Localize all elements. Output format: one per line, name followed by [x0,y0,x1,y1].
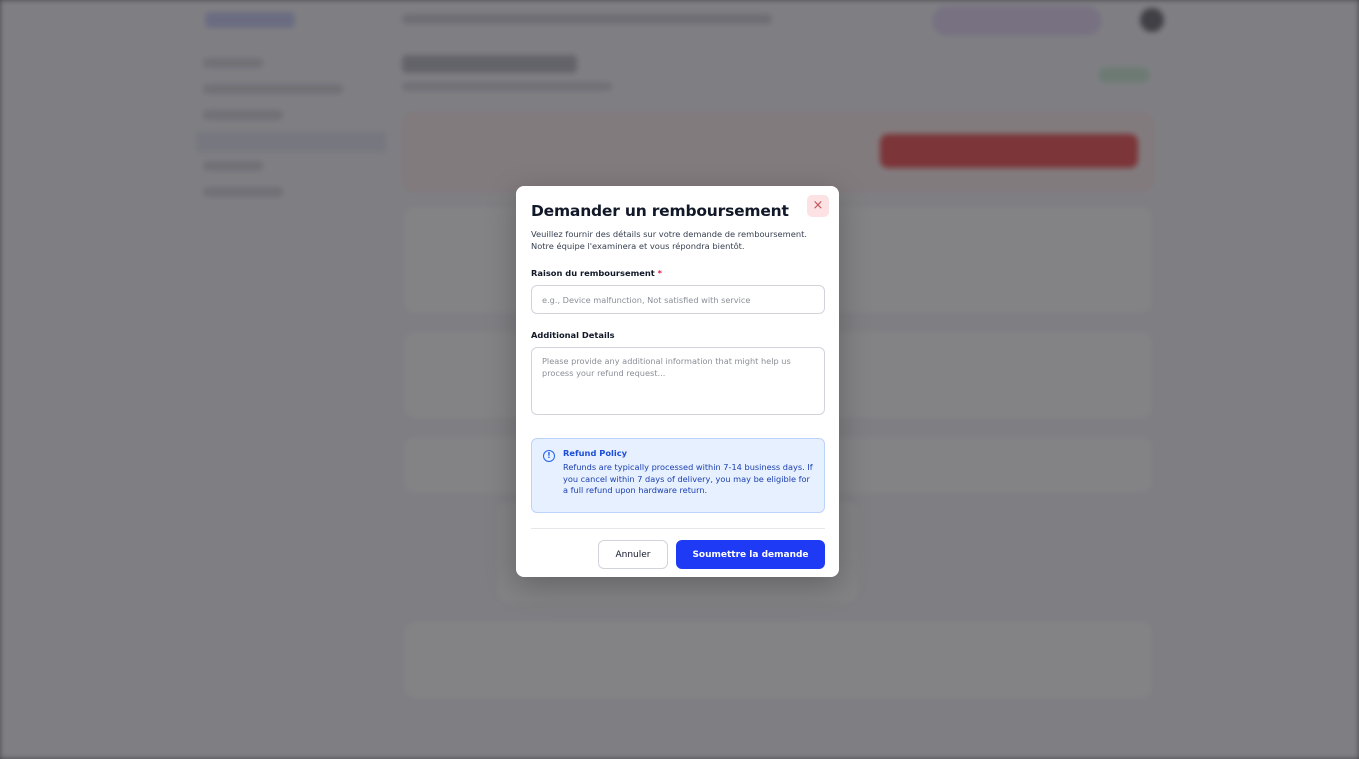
required-mark: * [657,268,662,278]
submit-request-button[interactable]: Soumettre la demande [676,540,825,569]
info-icon: ! [543,450,555,462]
refund-modal: × Demander un remboursement Veuillez fou… [516,186,839,577]
refund-reason-input[interactable] [531,285,825,314]
additional-details-textarea[interactable] [531,347,825,415]
modal-title: Demander un remboursement [531,202,789,220]
policy-title: Refund Policy [563,448,628,458]
policy-text: Refunds are typically processed within 7… [563,462,813,495]
divider [531,528,825,529]
reason-label: Raison du remboursement * [531,268,824,278]
modal-description: Veuillez fournir des détails sur votre d… [531,229,807,251]
reason-label-text: Raison du remboursement [531,268,655,278]
close-icon[interactable]: × [807,195,829,217]
details-label: Additional Details [531,330,615,340]
cancel-button[interactable]: Annuler [598,540,668,569]
modal-actions: Annuler Soumettre la demande [531,540,825,569]
refund-policy-box: ! Refund Policy Refunds are typically pr… [531,438,825,513]
